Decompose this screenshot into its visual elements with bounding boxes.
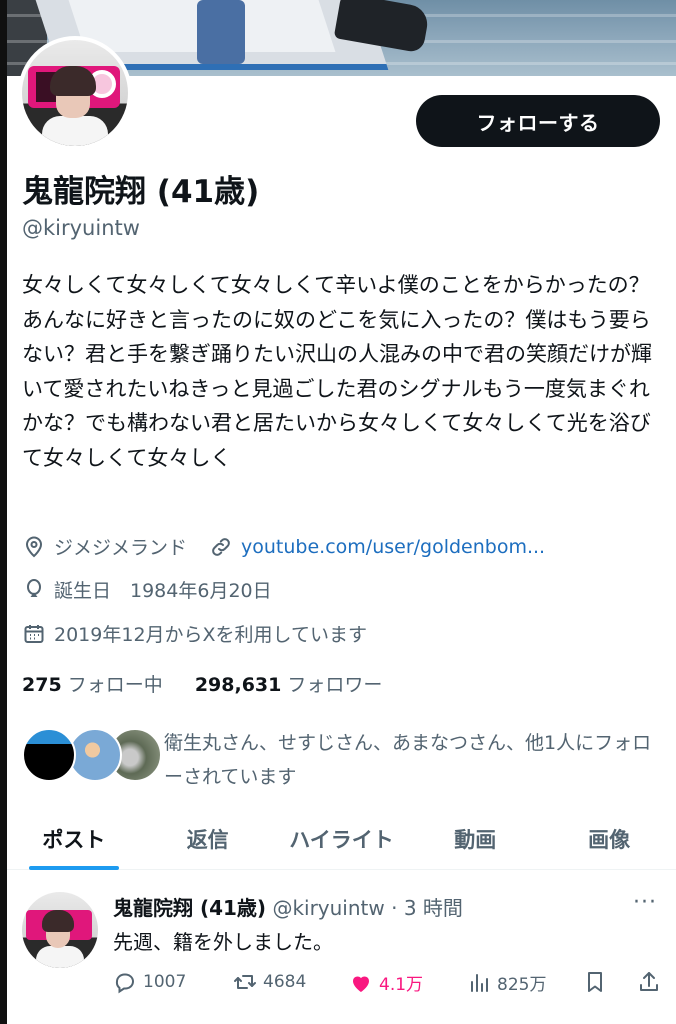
location-pin-icon xyxy=(22,535,46,559)
tab-images[interactable]: 画像 xyxy=(542,808,676,869)
tab-highlights[interactable]: ハイライト xyxy=(275,808,409,869)
like-button[interactable]: 4.1万 xyxy=(349,970,423,995)
views-bar-chart-icon xyxy=(471,973,488,992)
avatar[interactable] xyxy=(22,892,98,968)
profile-meta-joined: 2019年12月からXを利用しています xyxy=(22,620,367,647)
repost-icon xyxy=(234,975,256,989)
reply-icon xyxy=(115,973,135,994)
tab-posts[interactable]: ポスト xyxy=(7,808,141,869)
followed-by-strip[interactable]: 衛生丸さん、せすじさん、あまなつさん、他1人にフォローされています xyxy=(22,726,662,790)
calendar-icon xyxy=(22,622,46,646)
post-author-name[interactable]: 鬼龍院翔 (41歳) xyxy=(113,896,266,920)
share-icon xyxy=(640,972,658,991)
tab-videos[interactable]: 動画 xyxy=(408,808,542,869)
post-item[interactable]: 鬼龍院翔 (41歳) @kiryuintw · 3 時間 ··· 先週、籍を外し… xyxy=(7,870,676,1024)
heart-icon xyxy=(353,975,369,992)
profile-avatar[interactable] xyxy=(18,36,132,150)
followers-link[interactable]: 298,631 フォロワー xyxy=(195,674,383,696)
follow-button[interactable]: フォローする xyxy=(416,95,660,147)
bookmark-button[interactable] xyxy=(583,970,613,994)
views-button[interactable]: 825万 xyxy=(467,970,546,995)
profile-handle: @kiryuintw xyxy=(22,216,140,240)
location-text: ジメジメランド xyxy=(54,537,188,559)
share-button[interactable] xyxy=(637,970,667,994)
following-link[interactable]: 275 フォロー中 xyxy=(22,674,163,696)
balloon-icon xyxy=(22,578,46,602)
profile-meta-birthday: 誕生日 1984年6月20日 xyxy=(22,576,272,603)
repost-button[interactable]: 4684 xyxy=(233,970,306,994)
bookmark-icon xyxy=(588,972,602,992)
post-text: 先週、籍を外しました。 xyxy=(113,930,333,954)
link-icon xyxy=(209,535,233,559)
profile-page: フォローする 鬼龍院翔 (41歳) @kiryuintw 女々しくて女々しくて女… xyxy=(0,0,676,1024)
left-edge xyxy=(0,0,7,1024)
followed-by-text: 衛生丸さん、せすじさん、あまなつさん、他1人にフォローされています xyxy=(164,732,652,788)
birthday-text: 誕生日 1984年6月20日 xyxy=(54,580,272,602)
joined-text: 2019年12月からXを利用しています xyxy=(54,624,367,646)
follow-counts: 275 フォロー中 298,631 フォロワー xyxy=(22,670,382,697)
avatar xyxy=(22,728,76,782)
profile-website-link[interactable]: youtube.com/user/goldenbom... xyxy=(241,536,545,558)
reply-button[interactable]: 1007 xyxy=(113,970,186,994)
post-actions: 1007 4684 4.1万 825万 xyxy=(113,970,668,1000)
profile-name: 鬼龍院翔 (41歳) xyxy=(22,174,260,210)
more-options-icon[interactable]: ··· xyxy=(633,890,657,915)
post-header: 鬼龍院翔 (41歳) @kiryuintw · 3 時間 xyxy=(113,892,463,921)
profile-tabs: ポスト 返信 ハイライト 動画 画像 xyxy=(7,808,676,870)
tab-replies[interactable]: 返信 xyxy=(141,808,275,869)
post-handle-time: @kiryuintw · 3 時間 xyxy=(272,896,463,920)
avatar xyxy=(68,728,122,782)
profile-bio: 女々しくて女々しくて女々しくて辛いよ僕のことをからかったの？あんなに好きと言った… xyxy=(22,273,652,470)
profile-meta-location: ジメジメランド youtube.com/user/goldenbom... xyxy=(22,533,545,560)
